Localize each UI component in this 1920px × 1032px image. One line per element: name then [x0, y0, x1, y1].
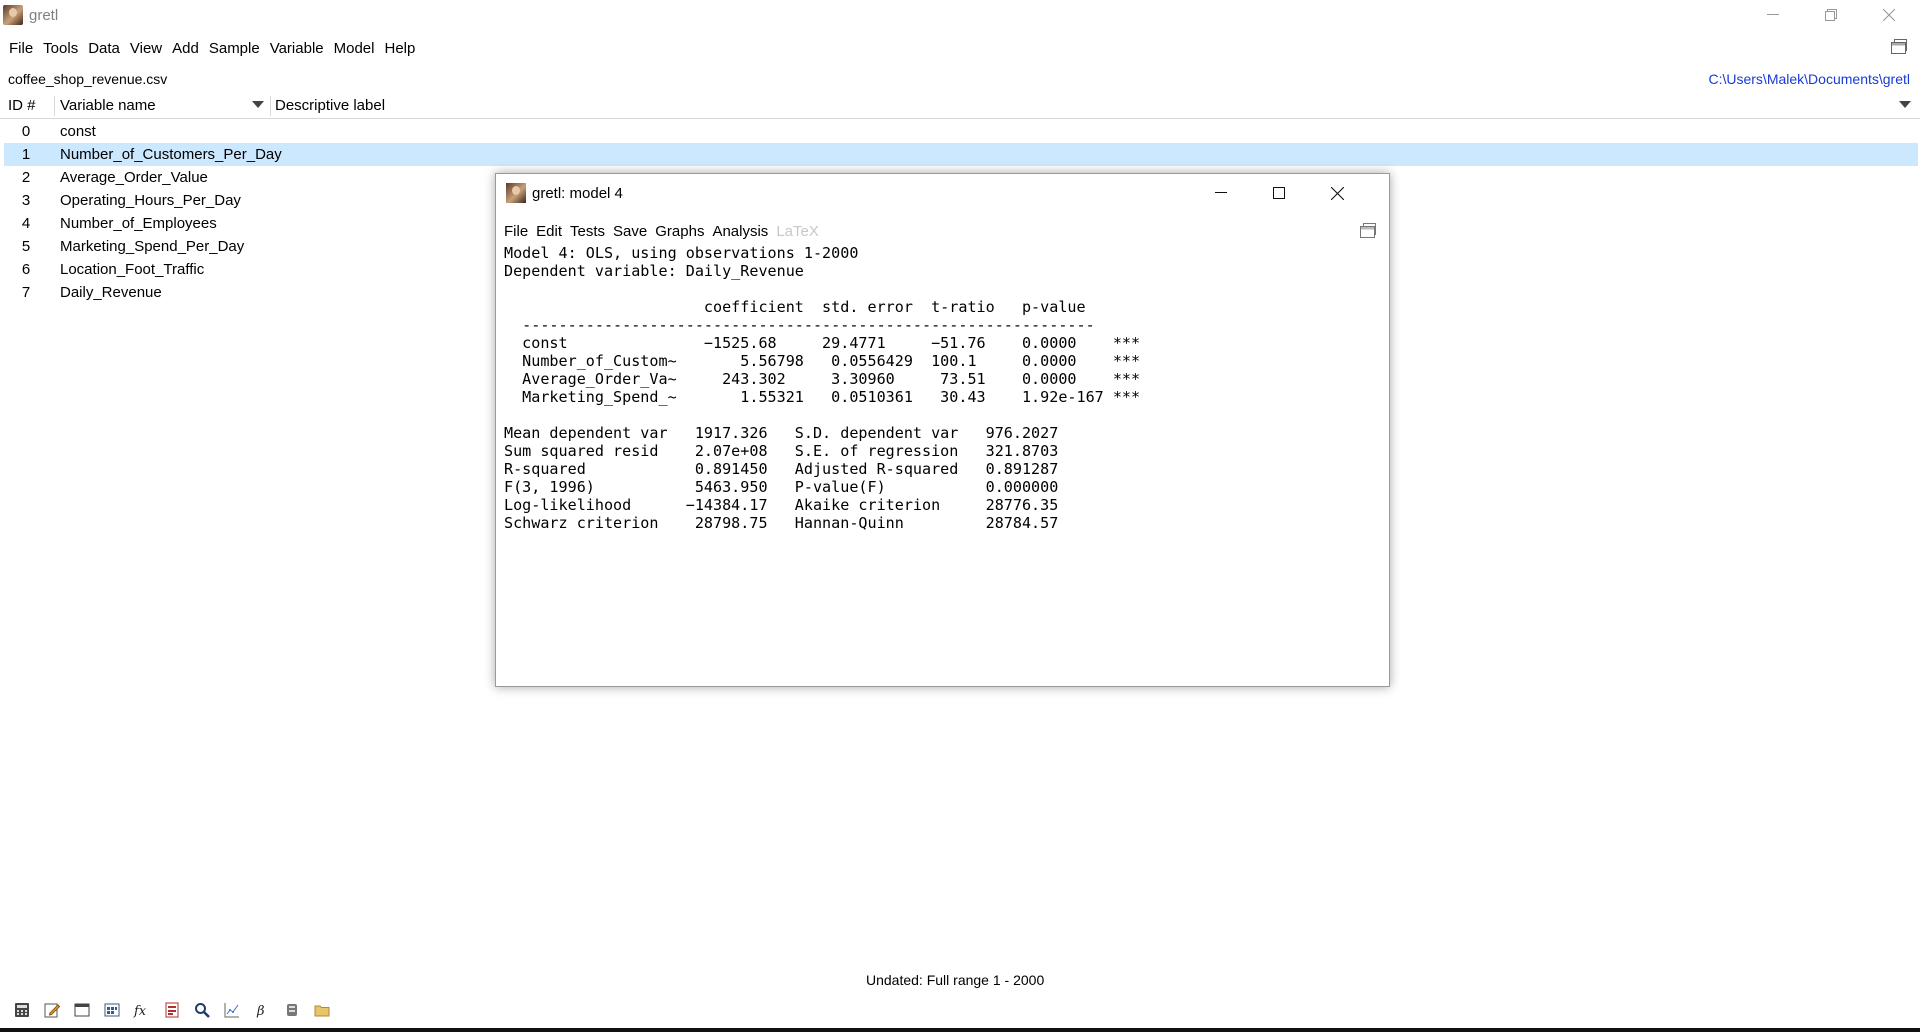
dataset-filename: coffee_shop_revenue.csv — [8, 71, 168, 87]
title-bar: gretl — [0, 0, 1920, 30]
model-menu-file[interactable]: File — [500, 222, 532, 242]
edit-icon[interactable] — [42, 1000, 62, 1020]
minimize-icon — [1215, 192, 1227, 193]
beta-icon[interactable]: β — [252, 1000, 272, 1020]
header-divider — [0, 118, 1920, 119]
variable-id: 4 — [21, 215, 31, 232]
folder-icon[interactable] — [312, 1000, 332, 1020]
model-menu-latex: LaTeX — [776, 223, 819, 240]
sample-range-status: Undated: Full range 1 - 2000 — [866, 972, 1045, 988]
help-icon[interactable] — [162, 1000, 182, 1020]
column-divider — [270, 96, 271, 116]
column-header-id[interactable]: ID # — [8, 95, 36, 117]
model-minimize-button[interactable] — [1196, 178, 1246, 208]
variable-id: 1 — [21, 146, 31, 163]
menu-sample[interactable]: Sample — [204, 38, 265, 60]
variable-name: Operating_Hours_Per_Day — [60, 192, 241, 209]
maximize-icon — [1273, 187, 1285, 199]
detach-button[interactable] — [1890, 38, 1908, 56]
variable-name: const — [60, 123, 96, 140]
window-stack-icon — [1360, 223, 1376, 238]
menu-model[interactable]: Model — [329, 38, 380, 60]
gretl-main-window: gretl File Tools Data View Add Sample Va… — [0, 0, 1920, 1032]
menu-add[interactable]: Add — [167, 38, 204, 60]
variable-name: Location_Foot_Traffic — [60, 261, 205, 278]
model-output-window[interactable]: gretl: model 4 File Edit Tests Save Grap… — [495, 173, 1390, 687]
model-menu-analysis[interactable]: Analysis — [708, 222, 772, 242]
variable-id: 0 — [21, 123, 31, 140]
model-output-text[interactable]: Model 4: OLS, using observations 1-2000 … — [504, 244, 1140, 532]
taskbar-edge — [0, 1028, 1920, 1032]
column-header-label[interactable]: Descriptive label — [275, 95, 385, 117]
model-detach-button[interactable] — [1359, 222, 1377, 240]
menu-file[interactable]: File — [4, 38, 38, 60]
session-icon[interactable] — [102, 1000, 122, 1020]
chevron-down-icon[interactable] — [1899, 101, 1911, 108]
variable-id: 5 — [21, 238, 31, 255]
model-menu-tests[interactable]: Tests — [566, 222, 609, 242]
menu-variable[interactable]: Variable — [265, 38, 329, 60]
main-menu-bar: File Tools Data View Add Sample Variable… — [4, 38, 420, 60]
sort-chevron-down-icon[interactable] — [252, 101, 264, 108]
variable-name: Number_of_Employees — [60, 215, 217, 232]
svg-text:β: β — [256, 1004, 265, 1018]
variable-id: 7 — [21, 284, 31, 301]
calculator-icon[interactable] — [12, 1000, 32, 1020]
close-icon — [1883, 9, 1895, 21]
close-icon — [1330, 186, 1344, 200]
search-icon[interactable] — [192, 1000, 212, 1020]
variable-id: 2 — [21, 169, 31, 186]
model-menu-save[interactable]: Save — [609, 222, 651, 242]
minimize-button[interactable] — [1744, 0, 1802, 30]
variable-name: Marketing_Spend_Per_Day — [60, 238, 245, 255]
model-maximize-button[interactable] — [1254, 178, 1304, 208]
variable-name: Average_Order_Value — [60, 169, 208, 186]
variable-name: Number_of_Customers_Per_Day — [60, 146, 282, 163]
window-stack-icon — [1891, 39, 1907, 54]
graph-icon[interactable] — [222, 1000, 242, 1020]
terminal-icon[interactable] — [72, 1000, 92, 1020]
variable-row-selected[interactable]: 1 Number_of_Customers_Per_Day — [4, 143, 1918, 166]
column-divider — [54, 96, 55, 116]
variable-id: 3 — [21, 192, 31, 209]
menu-help[interactable]: Help — [379, 38, 420, 60]
menu-data[interactable]: Data — [83, 38, 125, 60]
variable-name: Daily_Revenue — [60, 284, 162, 301]
column-header-name[interactable]: Variable name — [60, 95, 156, 117]
function-icon[interactable]: fx — [132, 1000, 152, 1020]
model-window-title: gretl: model 4 — [532, 184, 623, 202]
svg-text:fx: fx — [133, 1004, 147, 1018]
gretl-logo-icon — [506, 183, 526, 203]
bottom-toolbar: fx β — [12, 1000, 332, 1020]
database-icon[interactable] — [282, 1000, 302, 1020]
model-menu-edit[interactable]: Edit — [532, 222, 566, 242]
model-close-button[interactable] — [1312, 178, 1362, 208]
variable-id: 6 — [21, 261, 31, 278]
working-directory-link[interactable]: C:\Users\Malek\Documents\gretl — [1708, 71, 1910, 87]
model-menu-graphs[interactable]: Graphs — [651, 222, 708, 242]
model-menu-bar: File Edit Tests Save Graphs Analysis LaT… — [500, 222, 823, 242]
restore-icon — [1825, 9, 1837, 21]
minimize-icon — [1767, 14, 1779, 15]
variable-row[interactable]: 0 const — [0, 120, 1920, 143]
restore-button[interactable] — [1802, 0, 1860, 30]
gretl-logo-icon — [3, 5, 23, 25]
menu-view[interactable]: View — [125, 38, 167, 60]
window-title: gretl — [29, 6, 59, 24]
menu-tools[interactable]: Tools — [38, 38, 83, 60]
close-button[interactable] — [1860, 0, 1918, 30]
